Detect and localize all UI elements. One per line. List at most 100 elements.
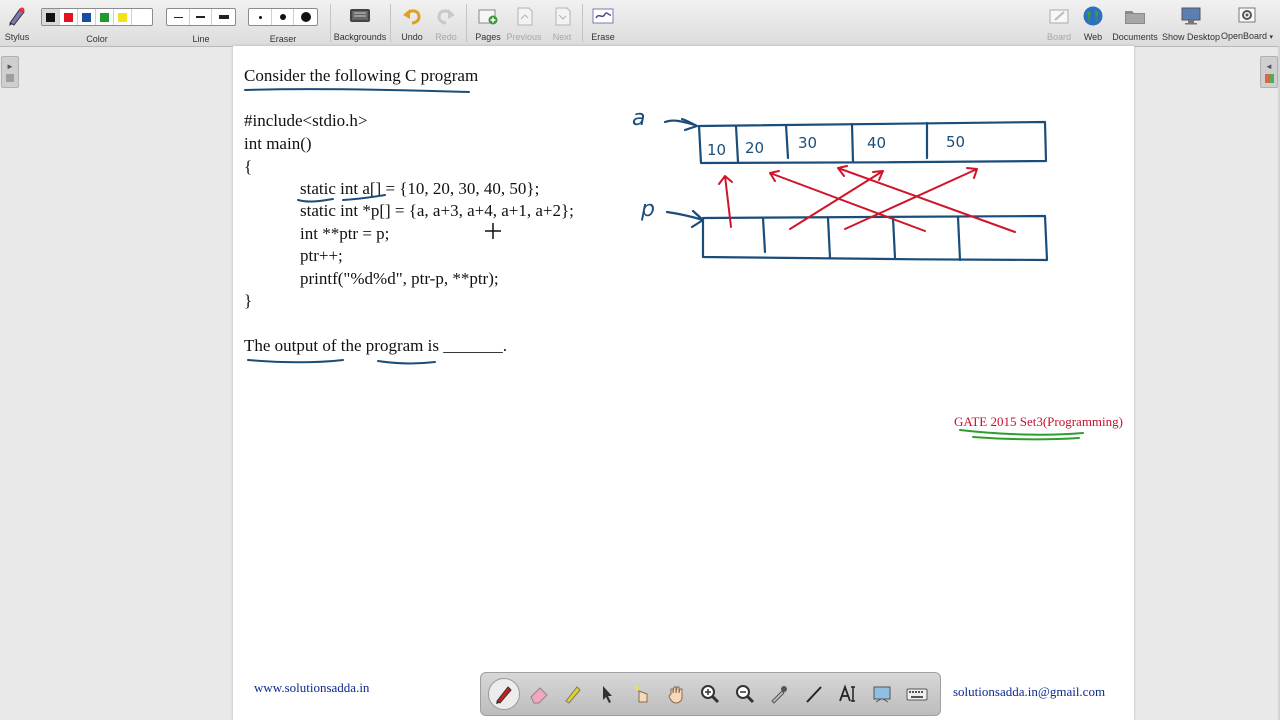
highlighter-tool-button[interactable] xyxy=(557,678,589,710)
erase-button[interactable]: Erase xyxy=(588,3,618,43)
text-tool-button[interactable] xyxy=(832,678,864,710)
color-swatches xyxy=(41,8,153,26)
backgrounds-button[interactable]: Backgrounds xyxy=(334,3,386,43)
array-p-box xyxy=(665,209,1049,262)
eraser-size-medium[interactable] xyxy=(272,9,294,25)
erase-board-icon xyxy=(592,8,614,24)
underline-program xyxy=(377,360,436,365)
pen-icon xyxy=(496,686,512,704)
label-p: p xyxy=(640,197,655,222)
undo-button[interactable]: Undo xyxy=(398,3,426,43)
left-panel-toggle[interactable]: ► xyxy=(1,56,19,88)
eraser-size-small[interactable] xyxy=(249,9,272,25)
chevron-left-icon: ◄ xyxy=(1265,61,1273,71)
previous-page-button[interactable]: Previous xyxy=(506,3,542,43)
erase-label: Erase xyxy=(591,32,615,42)
board-page[interactable]: Consider the following C program #includ… xyxy=(233,46,1134,720)
array-a-value-3: 30 xyxy=(798,134,817,152)
ink-layer: a p 10 20 30 40 50 xyxy=(244,88,1084,441)
underline-heading xyxy=(244,88,470,93)
backgrounds-icon xyxy=(350,9,370,22)
line-tool-button[interactable] xyxy=(798,678,830,710)
text-icon xyxy=(839,684,855,702)
right-panel-toggle[interactable]: ◄ xyxy=(1260,56,1278,88)
documents-button[interactable]: Documents xyxy=(1112,3,1158,43)
pen-tool-button[interactable] xyxy=(488,678,521,710)
eraser-icon xyxy=(529,687,548,704)
line-icon xyxy=(805,686,822,703)
keyboard-icon xyxy=(906,688,928,701)
pages-button[interactable]: Pages xyxy=(474,3,502,43)
board-button[interactable]: Board xyxy=(1044,3,1074,43)
laser-pointer-icon xyxy=(634,686,648,703)
documents-label: Documents xyxy=(1112,32,1158,42)
color-picker-button[interactable] xyxy=(763,678,795,710)
keyboard-tool-button[interactable] xyxy=(901,678,933,710)
next-label: Next xyxy=(552,32,572,42)
array-a-value-1: 10 xyxy=(707,141,726,159)
crosshair-cursor-icon xyxy=(485,223,501,239)
previous-label: Previous xyxy=(506,32,542,42)
globe-icon xyxy=(1083,6,1103,26)
eraser-tool-button[interactable] xyxy=(523,678,555,710)
zoom-out-button[interactable] xyxy=(729,678,761,710)
toolbar-separator xyxy=(330,4,331,42)
stylus-button[interactable]: Stylus xyxy=(4,3,30,43)
eraser-group: Eraser xyxy=(248,3,318,44)
openboard-text: OpenBoard xyxy=(1220,31,1268,41)
pages-label: Pages xyxy=(475,32,501,42)
array-a-value-2: 20 xyxy=(745,139,764,157)
color-swatch-green[interactable] xyxy=(96,9,114,25)
array-a-value-5: 50 xyxy=(946,133,965,151)
color-swatch-red[interactable] xyxy=(60,9,78,25)
line-width-thin[interactable] xyxy=(167,9,190,25)
zoom-out-icon xyxy=(735,685,754,704)
color-swatch-empty[interactable] xyxy=(132,9,152,25)
next-page-button[interactable]: Next xyxy=(548,3,576,43)
underline-int-a xyxy=(342,194,386,201)
openboard-button[interactable]: OpenBoard ▾ xyxy=(1221,3,1273,43)
underline-gate-1 xyxy=(959,429,1084,436)
label-a: a xyxy=(632,106,645,131)
toolbar-separator xyxy=(582,4,583,42)
underline-gate-2 xyxy=(972,436,1080,441)
web-button[interactable]: Web xyxy=(1078,3,1108,43)
hand-tool-button[interactable] xyxy=(660,678,692,710)
library-icon xyxy=(1264,73,1274,83)
chevron-down-icon: ▾ xyxy=(1269,34,1274,41)
line-width-thick[interactable] xyxy=(212,9,235,25)
color-swatch-black[interactable] xyxy=(42,9,60,25)
eraser-size-large[interactable] xyxy=(294,9,317,25)
openboard-label: OpenBoard ▾ xyxy=(1221,31,1273,43)
pointer-tool-button[interactable] xyxy=(591,678,623,710)
pointer-icon xyxy=(603,686,613,703)
grip-icon xyxy=(6,74,14,82)
show-desktop-button[interactable]: Show Desktop xyxy=(1162,3,1220,43)
previous-page-icon xyxy=(517,7,533,26)
tool-palette xyxy=(480,672,941,716)
hand-icon xyxy=(668,686,683,704)
underline-static xyxy=(297,198,334,203)
redo-button[interactable]: Redo xyxy=(432,3,460,43)
monitor-icon xyxy=(1181,7,1201,25)
stylus-label: Stylus xyxy=(4,32,30,42)
color-swatch-blue[interactable] xyxy=(78,9,96,25)
gear-icon xyxy=(1238,7,1256,22)
array-a-value-4: 40 xyxy=(867,134,886,152)
redo-label: Redo xyxy=(435,32,457,42)
zoom-in-button[interactable] xyxy=(694,678,726,710)
eraser-label: Eraser xyxy=(269,34,297,44)
board-icon xyxy=(1049,9,1069,24)
backgrounds-label: Backgrounds xyxy=(333,32,387,42)
redo-icon xyxy=(437,9,455,25)
stylus-icon xyxy=(9,7,25,26)
next-page-icon xyxy=(555,7,571,26)
add-page-icon xyxy=(478,9,498,25)
board-label: Board xyxy=(1046,32,1072,42)
zoom-in-icon xyxy=(701,685,720,704)
color-swatch-yellow[interactable] xyxy=(114,9,132,25)
line-group: Line xyxy=(166,3,236,44)
capture-tool-button[interactable] xyxy=(866,678,898,710)
line-width-medium[interactable] xyxy=(190,9,212,25)
laser-tool-button[interactable] xyxy=(626,678,658,710)
